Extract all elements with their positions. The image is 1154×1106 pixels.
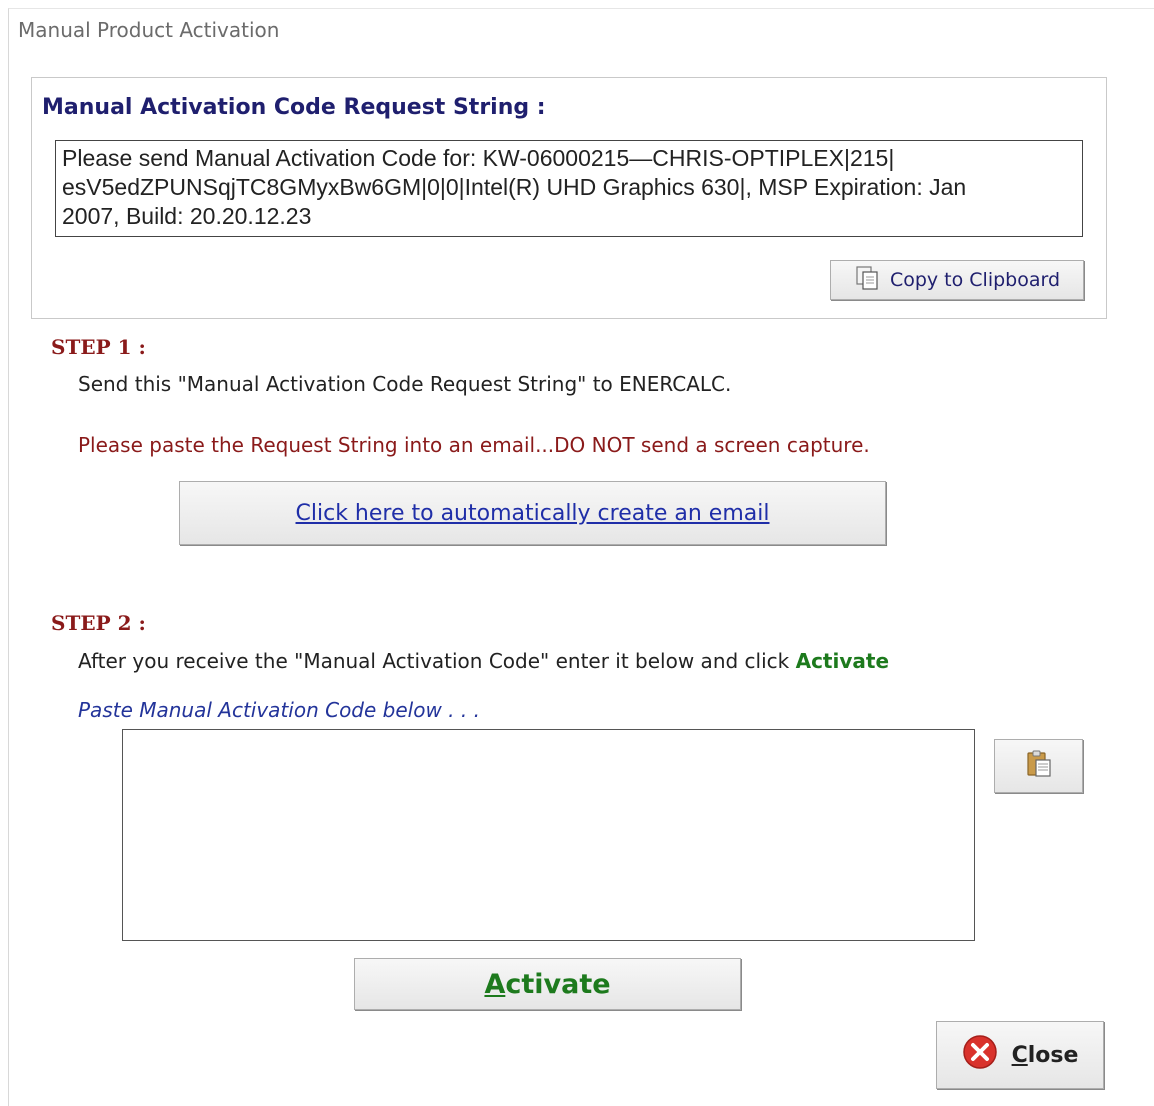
step2-instruction: After you receive the "Manual Activation… <box>78 649 889 673</box>
create-email-link[interactable]: Click here to automatically create an em… <box>296 501 770 526</box>
request-string-box[interactable]: Please send Manual Activation Code for: … <box>55 140 1083 237</box>
step2-instruction-text: After you receive the "Manual Activation… <box>78 649 796 673</box>
create-email-button[interactable]: Click here to automatically create an em… <box>179 481 886 545</box>
paste-code-hint: Paste Manual Activation Code below . . . <box>78 698 480 722</box>
copy-to-clipboard-label: Copy to Clipboard <box>889 269 1061 291</box>
window-title: Manual Product Activation <box>18 18 280 42</box>
step1-warning: Please paste the Request String into an … <box>78 433 870 457</box>
request-string-line-3: 2007, Build: 20.20.12.23 <box>62 203 312 229</box>
close-label: Close <box>1012 1043 1079 1068</box>
activate-rest: ctivate <box>505 968 611 1000</box>
activate-button[interactable]: Activate <box>354 958 741 1010</box>
close-circle-icon <box>962 1034 998 1076</box>
request-string-line-1: Please send Manual Activation Code for: … <box>62 145 895 171</box>
step1-title: STEP 1 : <box>51 335 146 359</box>
step1-instruction: Send this "Manual Activation Code Reques… <box>78 372 732 396</box>
activate-label: Activate <box>484 969 610 1000</box>
copy-to-clipboard-button[interactable]: Copy to Clipboard <box>830 260 1084 300</box>
activation-code-input[interactable] <box>122 729 975 941</box>
request-string-title: Manual Activation Code Request String : <box>42 95 546 120</box>
close-rest: lose <box>1027 1042 1079 1068</box>
request-string-line-2: esV5edZPUNSqjTC8GMyxBw6GM|0|0|Intel(R) U… <box>62 174 967 200</box>
step2-instruction-action: Activate <box>795 649 890 673</box>
paste-button[interactable] <box>994 739 1083 793</box>
paste-icon <box>1024 749 1054 783</box>
step2-title: STEP 2 : <box>51 611 146 635</box>
activate-accel: A <box>484 968 506 1000</box>
close-button[interactable]: Close <box>936 1021 1104 1089</box>
copy-icon <box>854 265 880 296</box>
close-accel: C <box>1011 1042 1028 1068</box>
